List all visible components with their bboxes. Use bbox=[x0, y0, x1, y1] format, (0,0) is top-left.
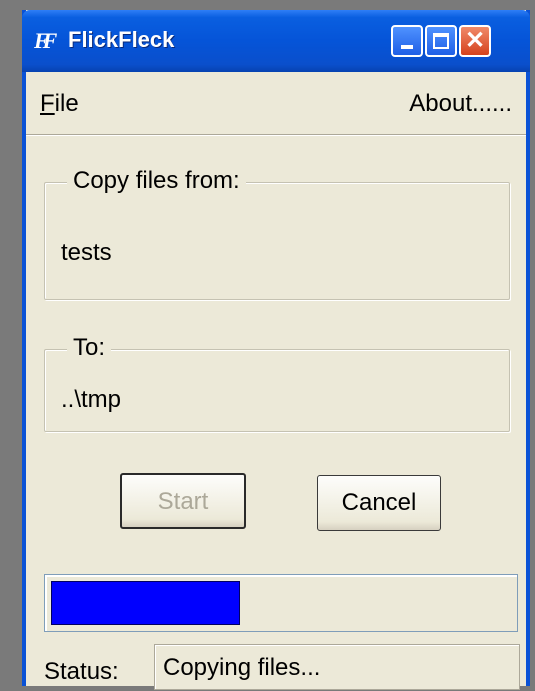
menu-file-label: ile bbox=[54, 90, 79, 117]
source-path: tests bbox=[61, 239, 112, 266]
menu-file[interactable]: File bbox=[40, 90, 79, 118]
menu-file-mnemonic: F bbox=[40, 90, 55, 117]
title-bar[interactable]: FF FlickFleck ✕ bbox=[22, 10, 530, 72]
source-groupbox: Copy files from: tests bbox=[44, 167, 510, 300]
status-label: Status: bbox=[44, 658, 119, 685]
maximize-icon bbox=[433, 33, 449, 49]
start-button[interactable]: Start bbox=[120, 473, 246, 529]
menu-about[interactable]: About...... bbox=[409, 90, 512, 118]
menu-separator bbox=[26, 134, 526, 136]
source-legend: Copy files from: bbox=[67, 167, 246, 195]
destination-groupbox: To: ..\tmp bbox=[44, 334, 510, 432]
close-icon: ✕ bbox=[464, 27, 486, 54]
status-field: Copying files... bbox=[154, 644, 520, 690]
destination-legend: To: bbox=[67, 334, 112, 362]
flickfleck-app-icon: FF bbox=[34, 28, 57, 53]
close-button[interactable]: ✕ bbox=[459, 25, 491, 57]
cancel-button[interactable]: Cancel bbox=[317, 475, 441, 531]
progress-track bbox=[51, 581, 511, 625]
window-title: FlickFleck bbox=[68, 27, 175, 52]
destination-path: ..\tmp bbox=[61, 386, 122, 413]
progress-fill bbox=[51, 581, 240, 625]
app-window: FF FlickFleck ✕ File About...... Copy fi… bbox=[22, 10, 530, 690]
minimize-icon bbox=[401, 45, 413, 49]
progress-bar bbox=[44, 574, 518, 632]
minimize-button[interactable] bbox=[391, 25, 423, 57]
maximize-button[interactable] bbox=[425, 25, 457, 57]
